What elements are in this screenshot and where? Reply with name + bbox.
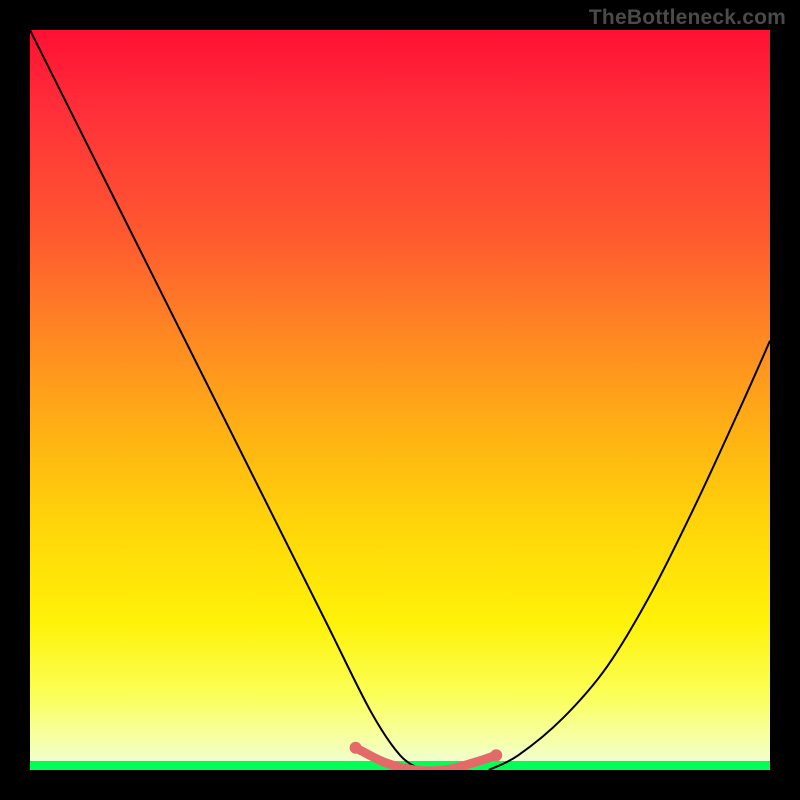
plot-area	[30, 30, 770, 770]
valley-band	[356, 748, 497, 770]
valley-endpoint-dot	[350, 742, 362, 754]
right-curve	[489, 341, 770, 770]
watermark-text: TheBottleneck.com	[589, 6, 786, 30]
chart-stage: TheBottleneck.com	[0, 0, 800, 800]
curve-layer	[30, 30, 770, 770]
valley-endpoint-dot	[490, 749, 502, 761]
left-curve	[30, 30, 422, 770]
